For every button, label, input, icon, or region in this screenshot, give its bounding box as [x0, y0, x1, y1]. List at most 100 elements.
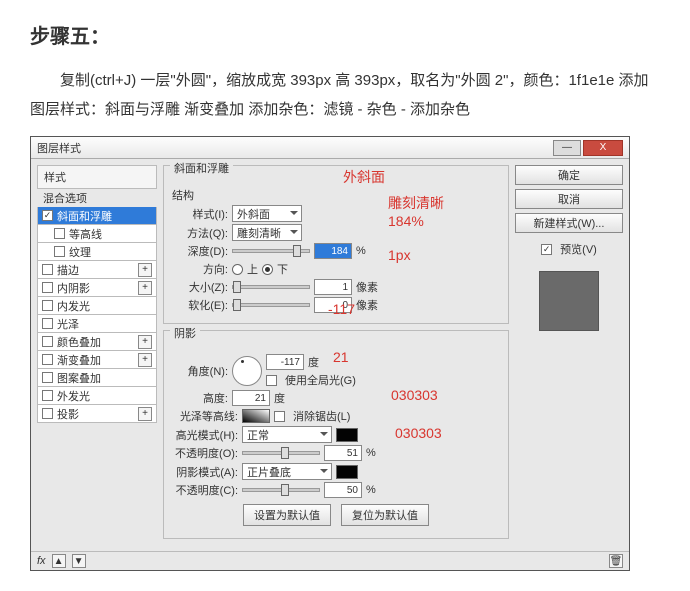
- highlight-opacity-input[interactable]: 51: [324, 445, 362, 461]
- style-row-光泽[interactable]: 光泽: [37, 315, 157, 333]
- style-label: 图案叠加: [57, 370, 101, 386]
- style-checkbox[interactable]: [42, 210, 53, 221]
- angle-label: 角度(N):: [172, 363, 228, 379]
- add-effect-icon[interactable]: +: [138, 335, 152, 349]
- depth-label: 深度(D):: [172, 243, 228, 259]
- style-checkbox[interactable]: [54, 246, 65, 257]
- size-slider[interactable]: [232, 285, 310, 289]
- global-light-label: 使用全局光(G): [285, 372, 356, 388]
- style-label: 描边: [57, 262, 79, 278]
- size-input[interactable]: 1: [314, 279, 352, 295]
- style-checkbox[interactable]: [42, 408, 53, 419]
- depth-unit: %: [356, 245, 366, 257]
- style-row-投影[interactable]: 投影 +: [37, 405, 157, 423]
- angle-dial[interactable]: [232, 356, 262, 386]
- style-label: 渐变叠加: [57, 352, 101, 368]
- add-effect-icon[interactable]: +: [138, 407, 152, 421]
- gloss-contour[interactable]: [242, 409, 270, 423]
- shadow-mode-dropdown[interactable]: 正片叠底: [242, 463, 332, 480]
- style-row-外发光[interactable]: 外发光: [37, 387, 157, 405]
- style-checkbox[interactable]: [54, 228, 65, 239]
- shadow-opacity-slider[interactable]: [242, 488, 320, 492]
- soften-slider[interactable]: [232, 303, 310, 307]
- direction-label: 方向:: [172, 261, 228, 277]
- depth-input[interactable]: 184: [314, 243, 352, 259]
- preview-swatch: [539, 271, 599, 331]
- style-row-纹理[interactable]: 纹理: [37, 243, 157, 261]
- bevel-title: 斜面和浮雕: [170, 160, 233, 176]
- titlebar[interactable]: 图层样式 — X: [31, 137, 629, 159]
- style-label: 内阴影: [57, 280, 90, 296]
- highlight-color-swatch[interactable]: [336, 428, 358, 442]
- style-checkbox[interactable]: [42, 282, 53, 293]
- add-effect-icon[interactable]: +: [138, 353, 152, 367]
- style-label: 等高线: [69, 226, 102, 242]
- blend-options-label: 混合选项: [43, 190, 153, 206]
- footer-up-icon[interactable]: ▲: [52, 554, 66, 568]
- dialog-buttons: 确定 取消 新建样式(W)... 预览(V): [515, 165, 623, 545]
- altitude-input[interactable]: 21: [232, 390, 270, 406]
- shadow-opacity-unit: %: [366, 484, 376, 496]
- style-row-颜色叠加[interactable]: 颜色叠加 +: [37, 333, 157, 351]
- style-row-等高线[interactable]: 等高线: [37, 225, 157, 243]
- highlight-mode-dropdown[interactable]: 正常: [242, 426, 332, 443]
- structure-label: 结构: [172, 187, 500, 203]
- add-effect-icon[interactable]: +: [138, 281, 152, 295]
- direction-up-label: 上: [247, 261, 258, 277]
- style-label: 投影: [57, 406, 79, 422]
- size-label: 大小(Z):: [172, 279, 228, 295]
- style-checkbox[interactable]: [42, 372, 53, 383]
- style-checkbox[interactable]: [42, 390, 53, 401]
- cancel-button-dialog[interactable]: 取消: [515, 189, 623, 209]
- style-row-描边[interactable]: 描边 +: [37, 261, 157, 279]
- ok-button[interactable]: 确定: [515, 165, 623, 185]
- direction-down-radio[interactable]: [262, 264, 273, 275]
- fx-icon[interactable]: fx: [37, 555, 46, 567]
- style-dropdown[interactable]: 外斜面: [232, 205, 302, 222]
- style-checkbox[interactable]: [42, 264, 53, 275]
- direction-down-label: 下: [277, 261, 288, 277]
- style-row-内发光[interactable]: 内发光: [37, 297, 157, 315]
- style-row-渐变叠加[interactable]: 渐变叠加 +: [37, 351, 157, 369]
- style-checkbox[interactable]: [42, 354, 53, 365]
- method-dropdown[interactable]: 雕刻清晰: [232, 224, 302, 241]
- style-label: 颜色叠加: [57, 334, 101, 350]
- global-light-checkbox[interactable]: [266, 375, 277, 386]
- style-checkbox[interactable]: [42, 336, 53, 347]
- style-label: 纹理: [69, 244, 91, 260]
- highlight-opacity-label: 不透明度(O):: [172, 445, 238, 461]
- footer-down-icon[interactable]: ▼: [72, 554, 86, 568]
- shadow-mode-label: 阴影模式(A):: [172, 464, 238, 480]
- altitude-label: 高度:: [172, 390, 228, 406]
- antialias-checkbox[interactable]: [274, 411, 285, 422]
- minimize-button[interactable]: —: [553, 140, 581, 156]
- styles-header: 样式: [37, 165, 157, 189]
- soften-input[interactable]: 0: [314, 297, 352, 313]
- depth-slider[interactable]: [232, 249, 310, 253]
- shading-title: 阴影: [170, 325, 200, 341]
- style-checkbox[interactable]: [42, 300, 53, 311]
- set-default-button[interactable]: 设置为默认值: [243, 504, 331, 526]
- style-row-内阴影[interactable]: 内阴影 +: [37, 279, 157, 297]
- footer-trash-icon[interactable]: 🗑: [609, 554, 623, 568]
- new-style-button[interactable]: 新建样式(W)...: [515, 213, 623, 233]
- angle-input[interactable]: -117: [266, 354, 304, 370]
- style-label: 外发光: [57, 388, 90, 404]
- add-effect-icon[interactable]: +: [138, 263, 152, 277]
- reset-default-button[interactable]: 复位为默认值: [341, 504, 429, 526]
- shadow-opacity-input[interactable]: 50: [324, 482, 362, 498]
- style-label: 斜面和浮雕: [57, 208, 112, 224]
- step-description: 复制(ctrl+J) 一层"外圆"，缩放成宽 393px 高 393px，取名为…: [30, 67, 660, 124]
- step-heading: 步骤五：: [30, 20, 660, 49]
- style-row-图案叠加[interactable]: 图案叠加: [37, 369, 157, 387]
- close-button[interactable]: X: [583, 140, 623, 156]
- style-checkbox[interactable]: [42, 318, 53, 329]
- shadow-color-swatch[interactable]: [336, 465, 358, 479]
- blend-options-row[interactable]: 混合选项: [37, 189, 157, 207]
- size-unit: 像素: [356, 279, 378, 295]
- direction-up-radio[interactable]: [232, 264, 243, 275]
- highlight-opacity-slider[interactable]: [242, 451, 320, 455]
- dialog-title: 图层样式: [37, 140, 553, 156]
- style-row-斜面和浮雕[interactable]: 斜面和浮雕: [37, 207, 157, 225]
- preview-checkbox[interactable]: [541, 244, 552, 255]
